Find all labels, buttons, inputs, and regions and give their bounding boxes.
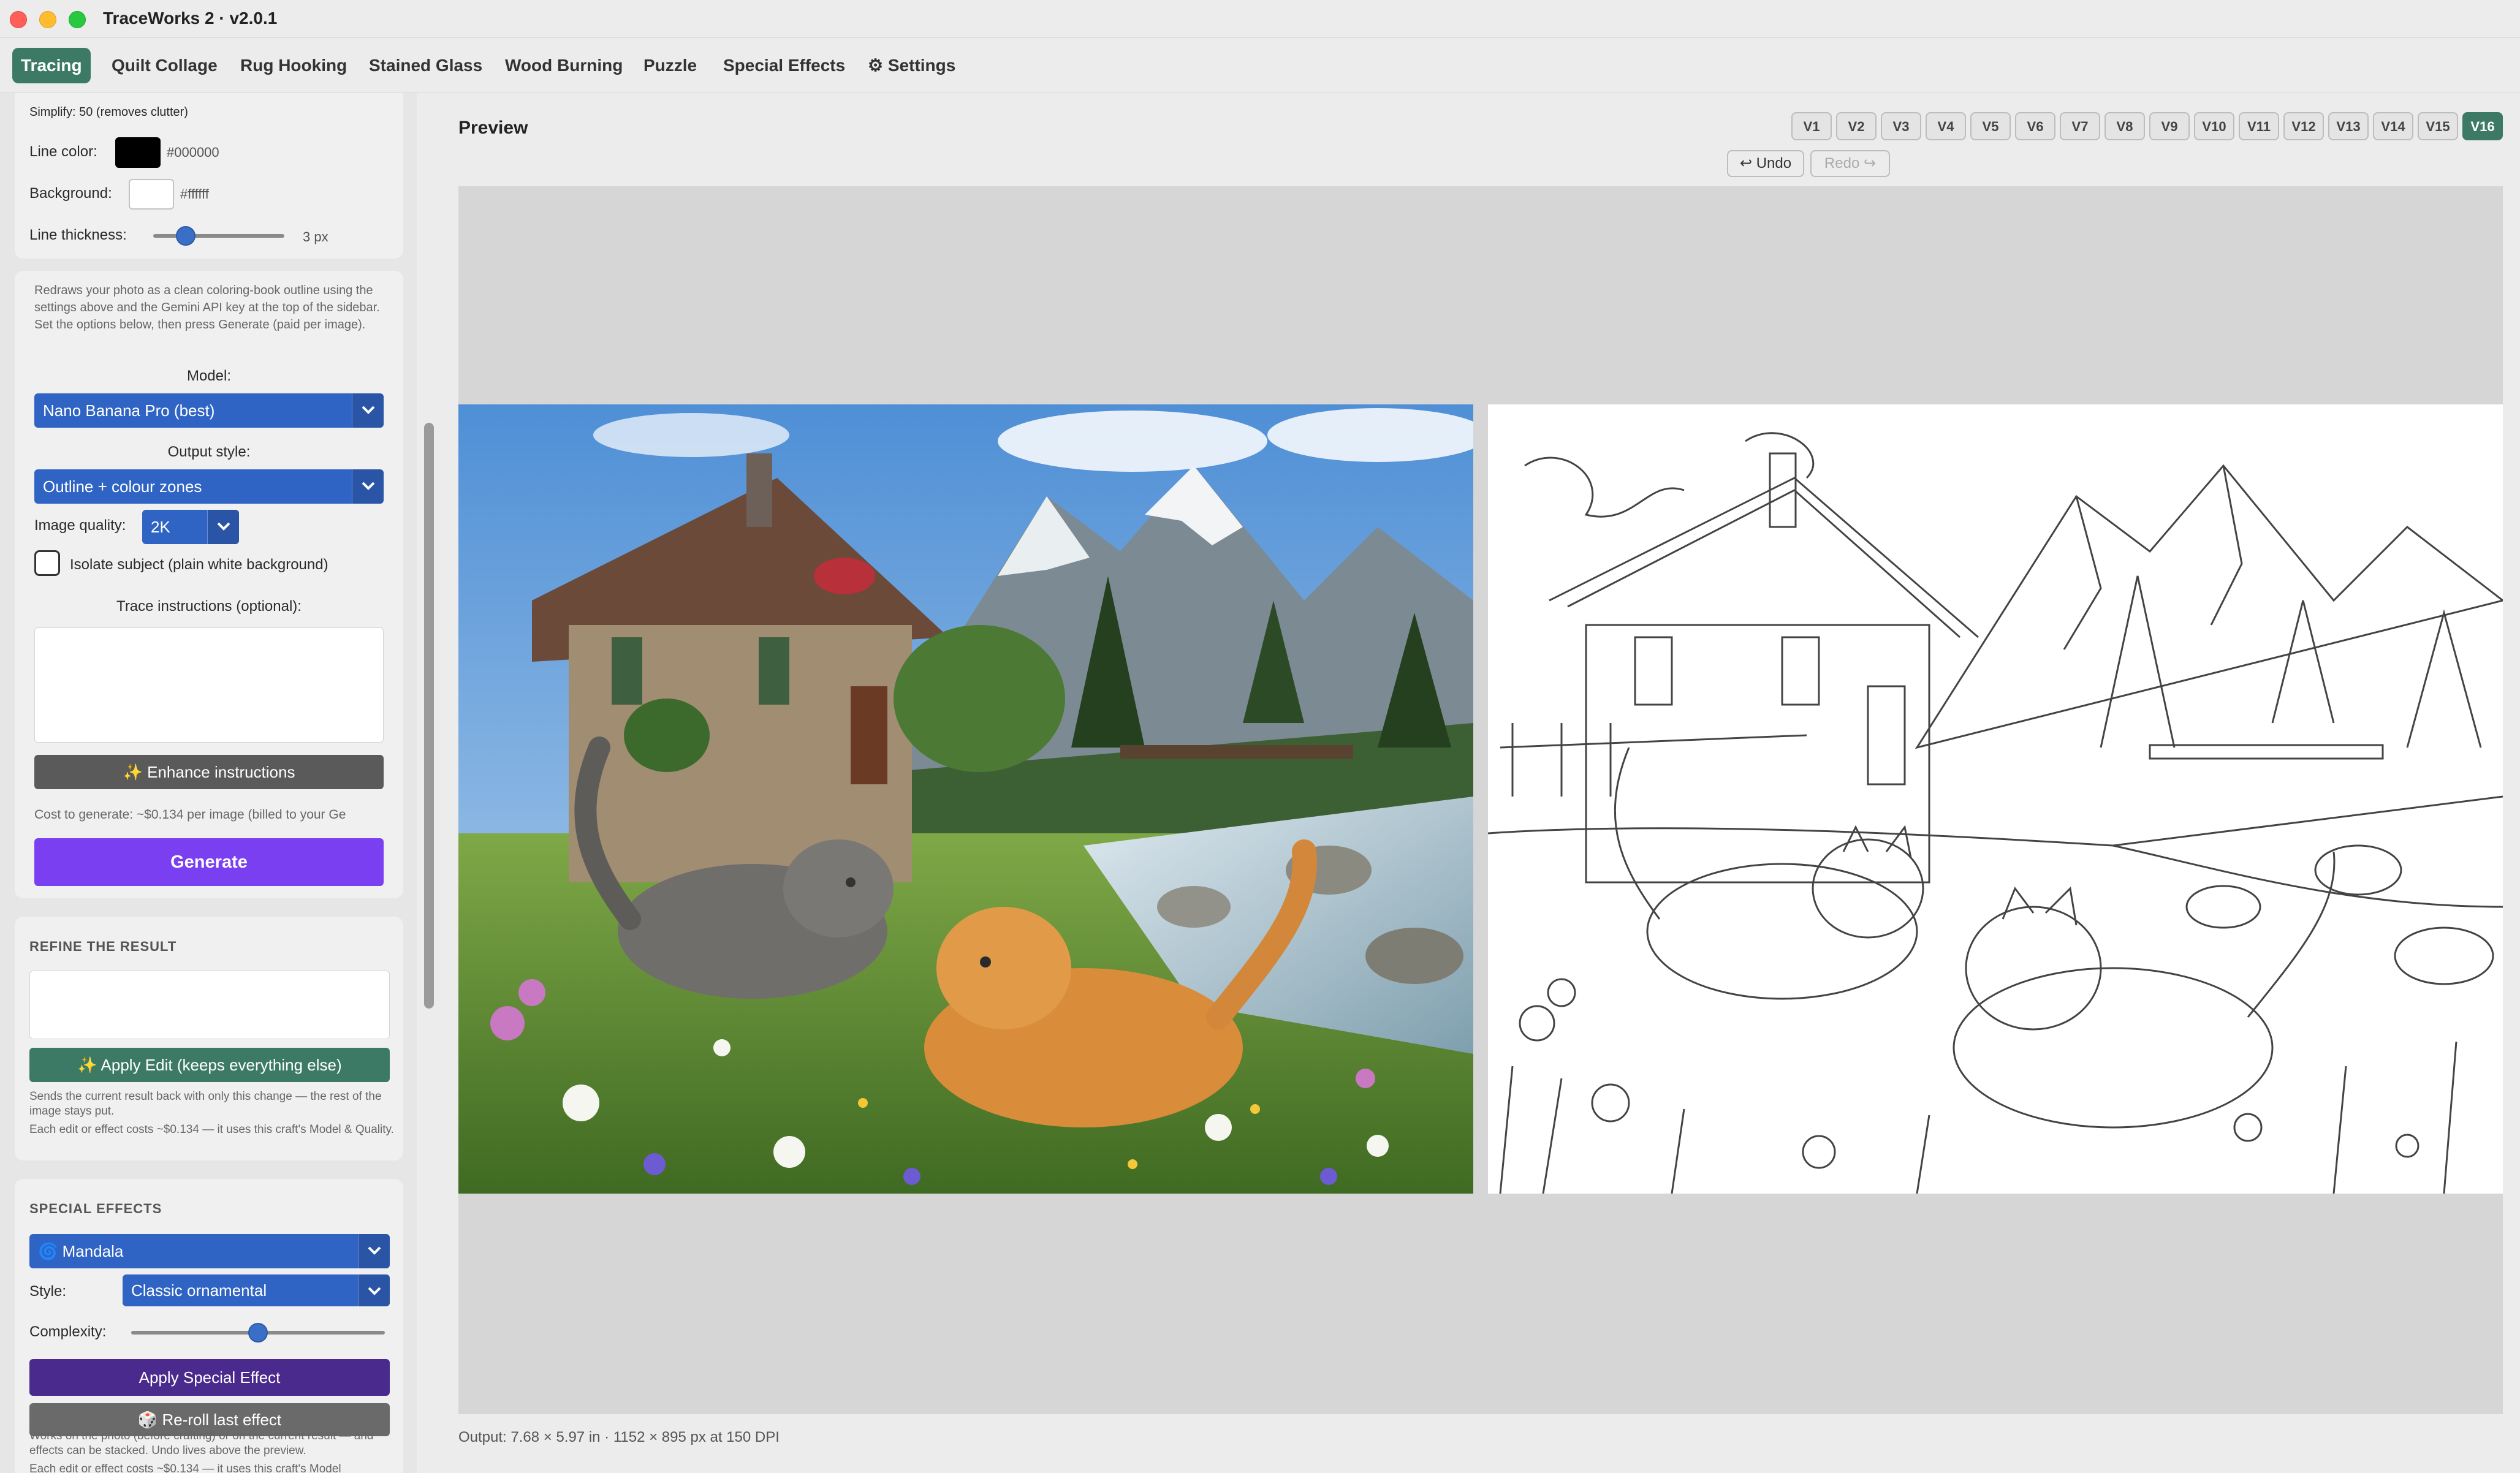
refine-note-1: Sends the current result back with only …: [29, 1090, 382, 1118]
line-color-swatch[interactable]: [115, 137, 161, 168]
effect-select-value: 🌀 Mandala: [38, 1242, 124, 1260]
output-style-label: Output style:: [167, 444, 251, 460]
original-photo: [458, 404, 1473, 1194]
title-bar: TraceWorks 2 · v2.0.1: [0, 0, 2520, 38]
tab-puzzle[interactable]: Puzzle: [635, 48, 705, 83]
chevron-down-icon: [207, 510, 239, 544]
version-button-v5[interactable]: V5: [1970, 112, 2011, 140]
version-button-v10[interactable]: V10: [2194, 112, 2234, 140]
apply-edit-button[interactable]: ✨ Apply Edit (keeps everything else): [29, 1048, 390, 1082]
ai-trace-card: Redraws your photo as a clean coloring-b…: [15, 271, 403, 898]
sidebar: Simplify: 50 (removes clutter) Line colo…: [0, 93, 417, 1473]
version-button-v7[interactable]: V7: [2060, 112, 2100, 140]
close-window-button[interactable]: [10, 11, 27, 28]
special-effects-note: Works on the photo (before crafting) or …: [29, 1429, 374, 1457]
background-label: Background:: [29, 185, 112, 202]
output-style-select[interactable]: Outline + colour zones: [34, 469, 384, 504]
tab-settings[interactable]: ⚙ Settings: [859, 48, 964, 83]
special-effects-card: SPECIAL EFFECTS 🌀 Mandala Style: Classic…: [15, 1179, 403, 1473]
version-button-v3[interactable]: V3: [1881, 112, 1921, 140]
version-button-v1[interactable]: V1: [1791, 112, 1832, 140]
isolate-subject-checkbox[interactable]: [34, 550, 60, 576]
chevron-down-icon: [358, 1274, 390, 1306]
refine-note-2: Each edit or effect costs ~$0.134 — it u…: [29, 1123, 394, 1136]
background-color-swatch[interactable]: [129, 179, 174, 210]
line-thickness-slider-knob[interactable]: [175, 226, 195, 246]
cost-text: Cost to generate: ~$0.134 per image (bil…: [34, 808, 346, 822]
version-button-v15[interactable]: V15: [2418, 112, 2458, 140]
version-button-v2[interactable]: V2: [1836, 112, 1877, 140]
refine-section-title: REFINE THE RESULT: [29, 939, 177, 954]
model-label: Model:: [186, 368, 232, 384]
effect-style-label: Style:: [29, 1283, 67, 1300]
tab-wood-burning[interactable]: Wood Burning: [496, 48, 631, 83]
image-quality-select-value: 2K: [151, 518, 170, 536]
tab-rug-hooking[interactable]: Rug Hooking: [232, 48, 355, 83]
tab-quilt-collage[interactable]: Quilt Collage: [103, 48, 226, 83]
version-button-v13[interactable]: V13: [2328, 112, 2369, 140]
version-button-v4[interactable]: V4: [1926, 112, 1966, 140]
line-thickness-slider-track[interactable]: [153, 234, 284, 238]
chevron-down-icon: [352, 469, 384, 504]
effect-style-select-value: Classic ornamental: [131, 1281, 267, 1300]
special-effects-note-cut: Each edit or effect costs ~$0.134 — it u…: [29, 1463, 341, 1473]
refine-input[interactable]: [29, 971, 390, 1039]
version-button-v14[interactable]: V14: [2373, 112, 2413, 140]
line-color-label: Line color:: [29, 143, 97, 160]
maximize-window-button[interactable]: [69, 11, 86, 28]
effect-select[interactable]: 🌀 Mandala: [29, 1234, 390, 1268]
chevron-down-icon: [352, 393, 384, 428]
sidebar-scrollbar[interactable]: [424, 423, 434, 1009]
image-quality-select[interactable]: 2K: [142, 510, 239, 544]
tab-tracing[interactable]: Tracing: [12, 48, 91, 83]
window-title: TraceWorks 2 · v2.0.1: [103, 9, 278, 28]
effect-style-select[interactable]: Classic ornamental: [123, 1274, 390, 1306]
line-thickness-label: Line thickness:: [29, 227, 127, 243]
complexity-label: Complexity:: [29, 1323, 107, 1340]
model-select-value: Nano Banana Pro (best): [43, 401, 215, 420]
tab-stained-glass[interactable]: Stained Glass: [360, 48, 491, 83]
version-button-v6[interactable]: V6: [2015, 112, 2055, 140]
tab-special-effects[interactable]: Special Effects: [715, 48, 854, 83]
traced-line-art: [1488, 404, 2503, 1194]
preview-panel: Preview V1 V2 V3 V4 V5 V6 V7 V8 V9 V10 V11 V12 V13 V1…: [441, 93, 2520, 1473]
isolate-subject-label: Isolate subject (plain white background): [70, 556, 328, 573]
trace-instructions-input[interactable]: [34, 627, 384, 743]
image-quality-label: Image quality:: [34, 517, 126, 534]
preview-title: Preview: [458, 118, 528, 138]
line-thickness-value: 3 px: [303, 229, 328, 244]
version-button-v9[interactable]: V9: [2149, 112, 2190, 140]
tracing-settings-card: Simplify: 50 (removes clutter) Line colo…: [15, 93, 403, 259]
output-style-select-value: Outline + colour zones: [43, 477, 202, 496]
simplify-value: Simplify: 50 (removes clutter): [29, 105, 188, 119]
chevron-down-icon: [358, 1234, 390, 1268]
special-effects-section-title: SPECIAL EFFECTS: [29, 1201, 162, 1216]
version-button-v16[interactable]: V16: [2462, 112, 2503, 140]
generate-button[interactable]: Generate: [34, 838, 384, 886]
line-color-hex: #000000: [167, 145, 219, 160]
version-button-v8[interactable]: V8: [2104, 112, 2145, 140]
version-button-v11[interactable]: V11: [2239, 112, 2279, 140]
enhance-instructions-button[interactable]: ✨ Enhance instructions: [34, 755, 384, 789]
version-button-v12[interactable]: V12: [2283, 112, 2324, 140]
apply-special-effect-button[interactable]: Apply Special Effect: [29, 1359, 390, 1396]
output-status: Output: 7.68 × 5.97 in · 1152 × 895 px a…: [458, 1429, 780, 1445]
minimize-window-button[interactable]: [39, 11, 56, 28]
undo-button[interactable]: ↩ Undo: [1727, 150, 1804, 177]
redo-button[interactable]: Redo ↪: [1810, 150, 1890, 177]
preview-canvas[interactable]: [458, 186, 2503, 1414]
ai-trace-description: Redraws your photo as a clean coloring-b…: [34, 284, 380, 331]
trace-instructions-label: Trace instructions (optional):: [116, 598, 302, 615]
background-hex: #ffffff: [180, 186, 209, 202]
tab-bar: Tracing Quilt Collage Rug Hooking Staine…: [0, 38, 2520, 93]
model-select[interactable]: Nano Banana Pro (best): [34, 393, 384, 428]
complexity-slider-knob[interactable]: [248, 1323, 268, 1342]
refine-card: REFINE THE RESULT ✨ Apply Edit (keeps ev…: [15, 917, 403, 1161]
